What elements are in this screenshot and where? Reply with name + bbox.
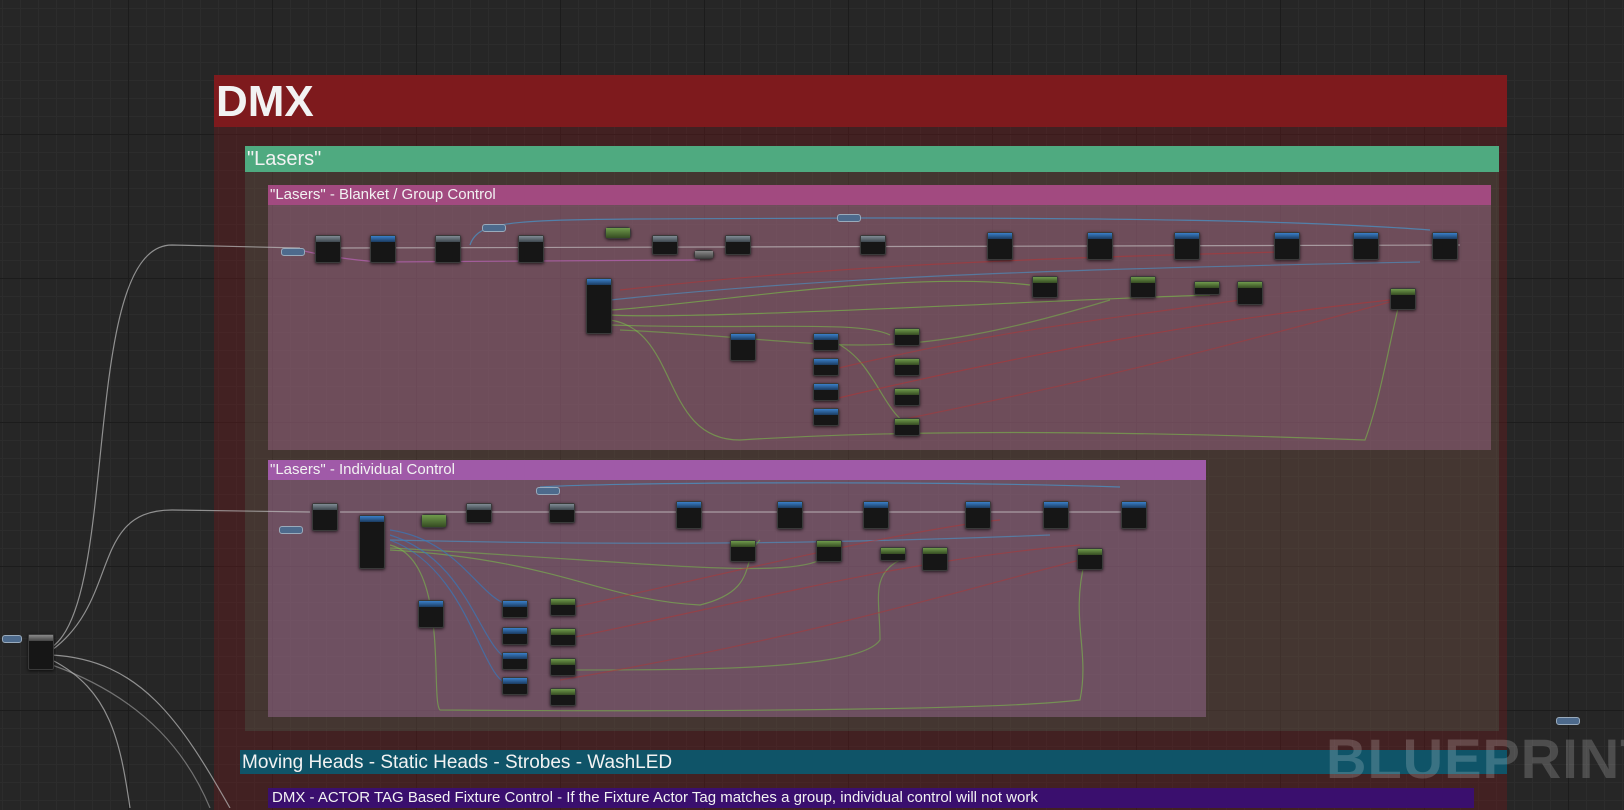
math-node[interactable] — [550, 688, 576, 706]
math-node[interactable] — [1194, 281, 1220, 295]
object-wire — [609, 261, 1421, 301]
function-node[interactable] — [813, 358, 839, 376]
function-node[interactable] — [418, 600, 444, 628]
blueprint-watermark: BLUEPRINT — [1326, 727, 1624, 790]
red-wire — [559, 559, 1081, 681]
function-node[interactable] — [676, 501, 702, 529]
object-wire — [539, 482, 1121, 488]
math-node[interactable] — [1130, 276, 1156, 298]
function-node[interactable] — [502, 652, 528, 670]
math-node[interactable] — [550, 658, 576, 676]
function-node[interactable] — [1121, 501, 1147, 529]
function-node[interactable] — [987, 232, 1013, 260]
math-node[interactable] — [880, 547, 906, 561]
math-node[interactable] — [1032, 276, 1058, 298]
function-node[interactable] — [965, 501, 991, 529]
float-wire — [609, 294, 1211, 317]
math-node[interactable] — [550, 598, 576, 616]
function-node[interactable] — [518, 235, 544, 263]
float-wire — [609, 299, 1401, 441]
function-node[interactable] — [1043, 501, 1069, 529]
function-node[interactable] — [370, 235, 396, 263]
exec-wire — [51, 509, 311, 651]
pink-wire — [299, 249, 701, 263]
function-node[interactable] — [1174, 232, 1200, 260]
function-node[interactable] — [1353, 232, 1379, 260]
function-node[interactable] — [315, 235, 341, 263]
function-node[interactable] — [1087, 232, 1113, 260]
wire-layer — [51, 217, 1461, 808]
float-wire — [389, 539, 761, 606]
function-node[interactable] — [466, 503, 492, 523]
math-node[interactable] — [816, 540, 842, 562]
variable-node[interactable] — [837, 214, 861, 222]
math-node[interactable] — [894, 328, 920, 346]
function-node[interactable] — [502, 627, 528, 645]
function-node[interactable] — [777, 501, 803, 529]
red-wire — [829, 299, 1391, 401]
event-node[interactable] — [28, 634, 54, 670]
red-wire — [829, 299, 1241, 371]
variable-node[interactable] — [536, 487, 560, 495]
function-node[interactable] — [312, 503, 338, 531]
math-node[interactable] — [894, 358, 920, 376]
math-node[interactable] — [1077, 548, 1103, 570]
reroute-node[interactable] — [694, 250, 714, 259]
function-node[interactable] — [813, 408, 839, 426]
function-node[interactable] — [502, 677, 528, 695]
function-node[interactable] — [863, 501, 889, 529]
math-node[interactable] — [894, 388, 920, 406]
variable-node[interactable] — [2, 635, 22, 643]
function-node[interactable] — [725, 235, 751, 255]
float-wire — [559, 559, 901, 671]
math-node[interactable] — [894, 418, 920, 436]
math-node[interactable] — [1390, 288, 1416, 310]
red-wire — [899, 301, 1391, 421]
function-node[interactable] — [730, 333, 756, 361]
function-node[interactable] — [813, 383, 839, 401]
float-wire — [619, 299, 1111, 346]
function-node[interactable] — [813, 333, 839, 351]
function-node[interactable] — [502, 600, 528, 618]
math-node[interactable] — [421, 514, 447, 528]
function-node[interactable] — [1274, 232, 1300, 260]
break-struct-node[interactable] — [359, 515, 385, 569]
math-node[interactable] — [922, 547, 948, 571]
function-node[interactable] — [860, 235, 886, 255]
math-node[interactable] — [550, 628, 576, 646]
variable-node[interactable] — [279, 526, 303, 534]
exec-wire — [51, 244, 301, 648]
object-wire — [389, 534, 1051, 544]
function-node[interactable] — [435, 235, 461, 263]
math-node[interactable] — [730, 540, 756, 562]
math-node[interactable] — [1237, 281, 1263, 305]
variable-node[interactable] — [482, 224, 506, 232]
variable-node[interactable] — [1556, 717, 1580, 725]
function-node[interactable] — [1432, 232, 1458, 260]
function-node[interactable] — [549, 503, 575, 523]
math-node[interactable] — [605, 227, 631, 239]
variable-node[interactable] — [281, 248, 305, 256]
function-node[interactable] — [652, 235, 678, 255]
break-struct-node[interactable] — [586, 278, 612, 334]
